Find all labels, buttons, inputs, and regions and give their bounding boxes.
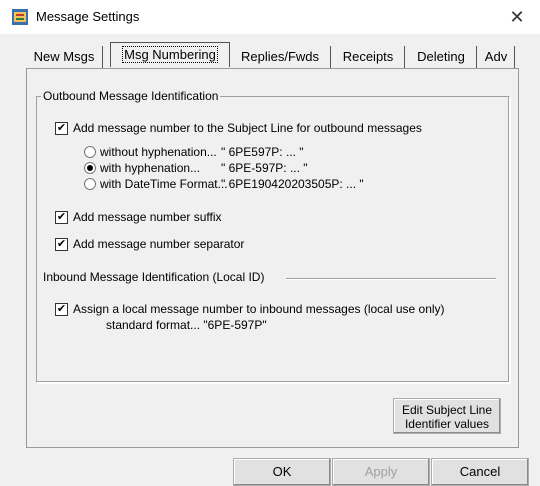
with-hyphenation-label: with hyphenation...: [100, 161, 201, 175]
title-bar: Message Settings ✕: [0, 0, 540, 34]
tab-deleting[interactable]: Deleting: [406, 46, 477, 68]
tab-new-msgs[interactable]: New Msgs: [26, 46, 103, 68]
inbound-divider: [286, 278, 496, 280]
datetime-format-example: " 6PE190420203505P: ... ": [221, 177, 364, 191]
edit-subject-line-button[interactable]: Edit Subject Line Identifier values: [393, 398, 501, 434]
separator-label: Add message number separator: [73, 237, 245, 251]
tab-panel: Outbound Message Identification ✔ Add me…: [26, 68, 519, 448]
message-settings-dialog: Message Settings ✕ New Msgs Msg Numberin…: [0, 0, 540, 486]
datetime-format-label: with DateTime Format...: [100, 177, 228, 191]
separator-checkbox[interactable]: ✔: [55, 238, 68, 251]
edit-button-line1: Edit Subject Line: [401, 403, 493, 417]
tab-replies-fwds[interactable]: Replies/Fwds: [230, 46, 331, 68]
suffix-checkbox[interactable]: ✔: [55, 211, 68, 224]
tab-receipts[interactable]: Receipts: [332, 46, 405, 68]
add-subject-checkbox[interactable]: ✔: [55, 122, 68, 135]
with-hyphenation-radio[interactable]: [84, 162, 96, 174]
with-hyphenation-example: " 6PE-597P: ... ": [221, 161, 308, 175]
assign-local-checkbox[interactable]: ✔: [55, 303, 68, 316]
add-subject-label: Add message number to the Subject Line f…: [73, 121, 422, 135]
inbound-legend: Inbound Message Identification (Local ID…: [43, 270, 265, 284]
close-icon[interactable]: ✕: [494, 0, 540, 34]
edit-button-line2: Identifier values: [404, 417, 490, 431]
tab-msg-numbering-label: Msg Numbering: [122, 46, 218, 63]
ok-button[interactable]: OK: [233, 458, 331, 486]
without-hyphenation-label: without hyphenation...: [100, 145, 217, 159]
tab-adv[interactable]: Adv: [478, 46, 515, 68]
cancel-button[interactable]: Cancel: [431, 458, 529, 486]
assign-local-label: Assign a local message number to inbound…: [73, 302, 445, 316]
datetime-format-radio[interactable]: [84, 178, 96, 190]
tab-msg-numbering[interactable]: Msg Numbering: [110, 42, 230, 67]
settings-app-icon: [12, 9, 28, 25]
apply-button[interactable]: Apply: [332, 458, 430, 486]
window-title: Message Settings: [36, 9, 140, 24]
outbound-legend: Outbound Message Identification: [41, 89, 221, 103]
without-hyphenation-example: " 6PE597P: ... ": [221, 145, 304, 159]
without-hyphenation-radio[interactable]: [84, 146, 96, 158]
standard-format-text: standard format... "6PE-597P": [106, 318, 267, 332]
suffix-label: Add message number suffix: [73, 210, 222, 224]
